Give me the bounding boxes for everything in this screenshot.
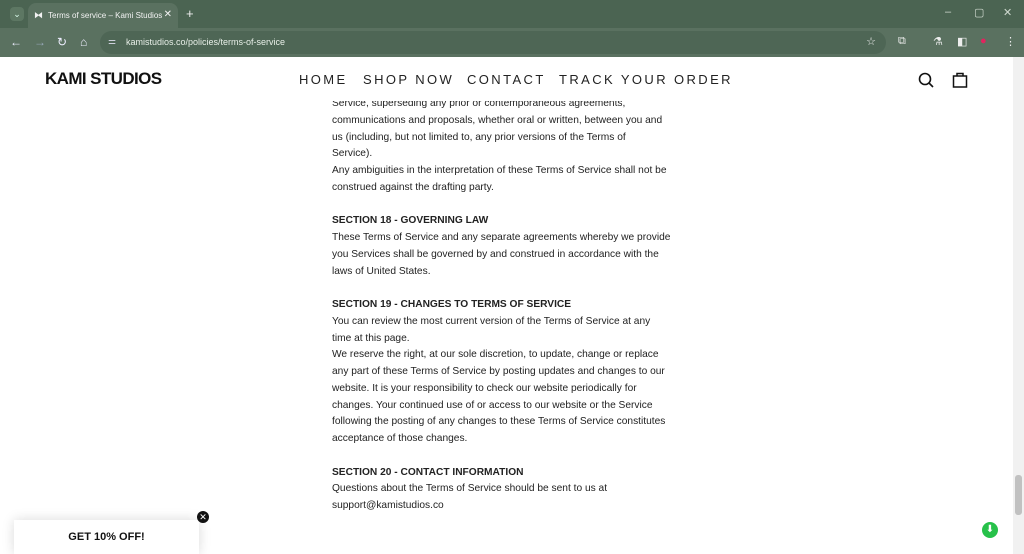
home-icon[interactable]: ⌂ xyxy=(80,35,87,49)
paragraph-line: Questions about the Terms of Service sho… xyxy=(332,483,608,495)
tab-title: Terms of service – Kami Studios xyxy=(48,11,163,20)
maximize-button[interactable]: ▢ xyxy=(974,6,984,19)
minimize-button[interactable]: – xyxy=(945,6,951,18)
bookmark-star-icon[interactable]: ☆ xyxy=(866,35,876,48)
menu-kebab-icon[interactable]: ⋮ xyxy=(1005,35,1016,48)
side-panel-icon[interactable]: ◧ xyxy=(957,35,967,48)
url-text: kamistudios.co/policies/terms-of-service xyxy=(126,37,286,47)
tab-active[interactable]: ⧓ Terms of service – Kami Studios ✕ xyxy=(28,3,178,28)
site-logo[interactable]: KAMI STUDIOS xyxy=(45,69,162,89)
site-header: KAMI STUDIOS HOME SHOP NOW CONTACT TRACK… xyxy=(0,57,1013,101)
section-heading: SECTION 20 - CONTACT INFORMATION xyxy=(332,466,524,478)
profile-avatar[interactable]: ● xyxy=(980,35,987,47)
labs-icon[interactable]: ⚗ xyxy=(933,35,943,48)
address-bar[interactable]: ⚌ kamistudios.co/policies/terms-of-servi… xyxy=(100,31,886,54)
section-heading: SECTION 18 - GOVERNING LAW xyxy=(332,215,489,227)
tab-close-icon[interactable]: ✕ xyxy=(164,9,172,20)
reload-icon[interactable]: ↻ xyxy=(57,35,67,49)
paragraph-line: These Terms of Service and any separate … xyxy=(332,232,671,243)
nav-track-order[interactable]: TRACK YOUR ORDER xyxy=(559,72,733,87)
paragraph-line: you Services shall be governed by and co… xyxy=(332,248,659,260)
paragraph-line: laws of United States. xyxy=(332,265,431,277)
extensions-icon[interactable]: ⧉ xyxy=(898,35,906,48)
section-heading: SECTION 19 - CHANGES TO TERMS OF SERVICE xyxy=(332,299,572,310)
nav-contact[interactable]: CONTACT xyxy=(467,72,546,87)
paragraph-line: We reserve the right, at our sole discre… xyxy=(332,349,659,361)
paragraph-line: Any ambiguities in the interpretation of… xyxy=(332,165,667,176)
site-settings-icon[interactable]: ⚌ xyxy=(108,36,116,47)
search-icon[interactable] xyxy=(918,72,934,88)
scrollbar[interactable] xyxy=(1013,57,1024,554)
paragraph-line: us (including, but not limited to, any p… xyxy=(332,131,626,143)
paragraph-line: changes. Your continued use of or access… xyxy=(332,399,653,411)
terms-content: Service, superseding any prior or contem… xyxy=(332,96,692,515)
new-tab-button[interactable]: + xyxy=(186,6,194,21)
close-popup-icon[interactable]: ✕ xyxy=(197,511,209,523)
paragraph-line: You can review the most current version … xyxy=(332,315,651,327)
back-icon[interactable]: ← xyxy=(10,35,22,49)
favicon-icon: ⧓ xyxy=(34,10,43,20)
paragraph-line: following the posting of any changes to … xyxy=(332,416,666,428)
paragraph-line: acceptance of those changes. xyxy=(332,433,468,444)
cart-bag-icon[interactable] xyxy=(952,71,968,88)
discount-popup-button[interactable]: GET 10% OFF! xyxy=(14,520,199,554)
paragraph-line: support@kamistudios.co xyxy=(332,500,444,511)
paragraph-line: communications and proposals, whether or… xyxy=(332,114,663,126)
paragraph-line: time at this page. xyxy=(332,332,410,344)
tab-search-button[interactable]: ⌄ xyxy=(10,7,24,21)
nav-shop-now[interactable]: SHOP NOW xyxy=(363,72,454,87)
paragraph-line: website. It is your responsibility to ch… xyxy=(332,382,637,394)
scrollbar-thumb[interactable] xyxy=(1015,475,1022,515)
paragraph-line: Service). xyxy=(332,148,373,160)
browser-tab-bar: ⌄ ⧓ Terms of service – Kami Studios ✕ + … xyxy=(0,0,1024,28)
paragraph-line: any part of these Terms of Service by po… xyxy=(332,366,665,377)
browser-toolbar: ← → ↻ ⌂ ⚌ kamistudios.co/policies/terms-… xyxy=(0,28,1024,57)
close-window-button[interactable]: ✕ xyxy=(1003,6,1012,19)
nav-home[interactable]: HOME xyxy=(299,72,348,87)
forward-icon[interactable]: → xyxy=(34,35,46,49)
paragraph-line: construed against the drafting party. xyxy=(332,181,494,193)
rewards-badge-icon[interactable]: ⬇ xyxy=(982,522,998,538)
